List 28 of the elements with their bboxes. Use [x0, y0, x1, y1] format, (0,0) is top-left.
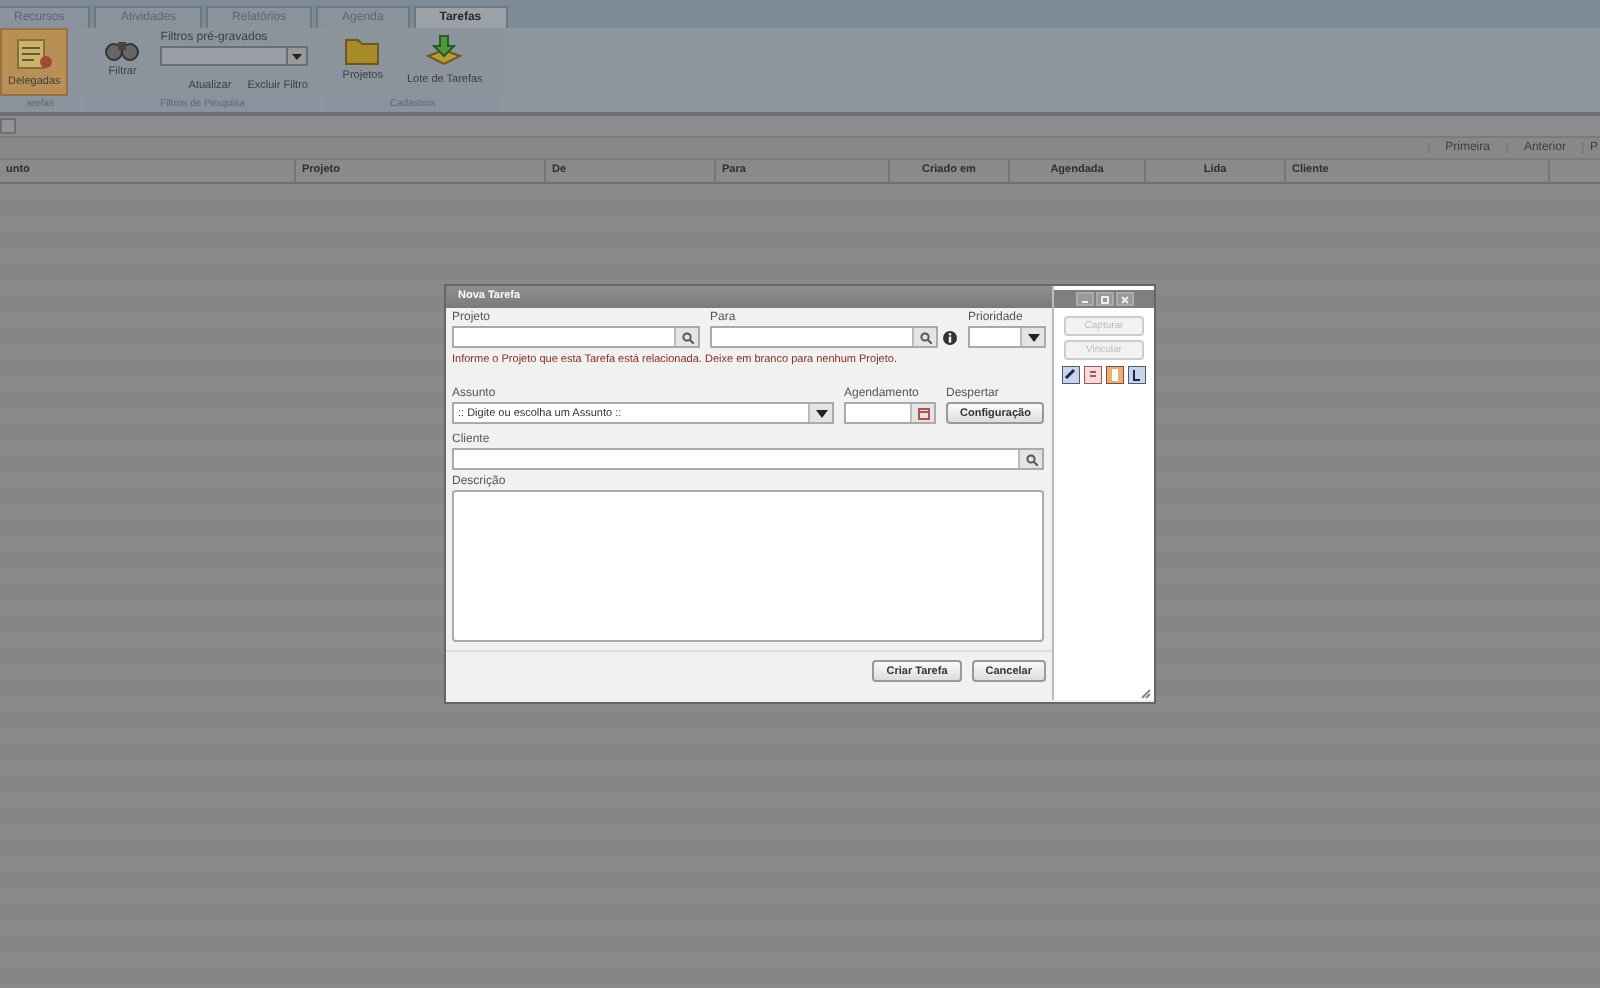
notes-icon — [14, 36, 55, 72]
box-arrow-icon — [424, 34, 465, 70]
description-field[interactable] — [452, 490, 1044, 642]
input-field[interactable] — [452, 448, 1044, 470]
input-field[interactable] — [710, 326, 938, 348]
input-field[interactable] — [844, 402, 936, 424]
search-icon — [919, 331, 931, 343]
minimize-icon — [1079, 295, 1089, 303]
folder-icon — [344, 34, 381, 66]
info-icon — [942, 329, 958, 345]
dropdown-arrow-icon — [1027, 331, 1039, 343]
book-icon — [1106, 366, 1124, 384]
minimize-button[interactable] — [1075, 292, 1093, 306]
dropdown-arrow-icon — [292, 53, 303, 59]
panel-toggle-button[interactable] — [0, 118, 16, 134]
maximize-button[interactable] — [1095, 292, 1113, 306]
calendar-icon — [917, 407, 929, 419]
document-icon — [1084, 366, 1102, 384]
close-icon — [1119, 295, 1129, 303]
dropdown-field[interactable] — [968, 326, 1046, 348]
preset-filter-dropdown[interactable] — [160, 46, 309, 66]
search-icon — [681, 331, 693, 343]
close-button[interactable] — [1115, 292, 1133, 306]
search-icon — [1025, 453, 1037, 465]
dropdown-arrow-icon — [815, 407, 827, 419]
input-field[interactable] — [452, 326, 700, 348]
maximize-icon — [1099, 295, 1109, 303]
resize-grip-icon — [1140, 688, 1152, 700]
